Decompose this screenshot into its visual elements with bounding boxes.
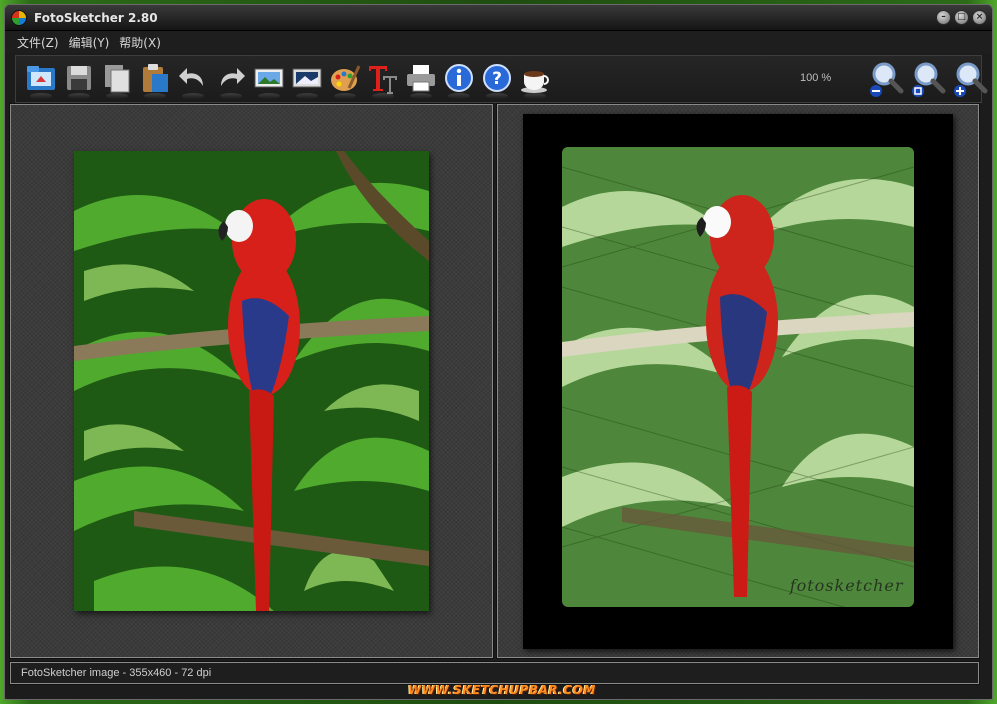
status-bar: FotoSketcher image - 355x460 - 72 dpi [9,661,980,685]
donate-button[interactable] [516,59,554,99]
toolbar: ? 100 % [15,55,988,103]
parrot-photo [74,151,429,611]
original-photo [74,151,429,611]
redo-button[interactable] [212,59,250,99]
help-icon: ? [483,64,511,92]
sketch-result-panel[interactable]: fotosketcher [495,103,980,659]
sketched-image: fotosketcher [561,147,914,607]
watermark-text: fotosketcher [789,576,904,595]
close-button[interactable]: × [972,10,987,25]
reflection [220,93,242,99]
maximize-button[interactable]: □ [954,10,969,25]
palette-icon [331,65,361,91]
zoom-level-label: 100 % [800,72,832,84]
zoom-out-icon [870,62,904,97]
zoom-out-button[interactable] [868,58,906,98]
open-button[interactable] [22,59,60,99]
save-button[interactable] [60,59,98,99]
work-area: fotosketcher [9,103,980,659]
undo-button[interactable] [174,59,212,99]
info-icon [445,64,473,92]
reflection [258,93,280,99]
batch-button[interactable] [250,59,288,99]
menu-bar: 文件(Z) 编辑(Y) 帮助(X) [5,31,992,53]
title-bar[interactable]: FotoSketcher 2.80 – □ × [5,5,992,31]
info-button[interactable] [440,59,478,99]
window-controls: – □ × [936,10,992,25]
site-watermark-banner: WWW.SKETCHUPBAR.COM [408,683,596,697]
copy-button[interactable] [98,59,136,99]
reflection [334,93,356,99]
paste-icon [143,64,168,92]
redo-icon [221,68,245,86]
reflection [448,93,470,99]
reflection [144,93,166,99]
reflection [30,93,52,99]
menu-file[interactable]: 文件(Z) [17,34,59,51]
svg-text:?: ? [492,69,502,89]
effect-button[interactable] [288,59,326,99]
app-logo-icon [11,9,27,26]
minimize-button[interactable]: – [936,10,951,25]
reflection [296,93,318,99]
undo-icon [179,68,203,86]
zoom-fit-button[interactable] [910,58,948,98]
open-folder-icon [27,66,55,90]
coffee-cup-icon [521,71,549,93]
image-filmstrip-icon [254,68,284,88]
reflection [182,93,204,99]
zoom-controls [868,58,990,98]
menu-help[interactable]: 帮助(X) [119,34,161,51]
reflection [410,93,432,99]
text-button[interactable] [364,59,402,99]
palette-button[interactable] [326,59,364,99]
menu-edit[interactable]: 编辑(Y) [69,34,110,51]
sketch-frame: fotosketcher [522,114,953,649]
help-button[interactable]: ? [478,59,516,99]
zoom-in-button[interactable] [952,58,990,98]
landscape-image-icon [292,68,322,88]
parrot-sketch [561,147,914,607]
reflection [372,93,394,99]
reflection [524,93,546,99]
text-tool-icon [369,66,397,94]
copy-icon [105,65,130,93]
save-disk-icon [67,66,91,90]
paste-button[interactable] [136,59,174,99]
printer-icon [407,65,435,92]
zoom-in-icon [954,62,988,97]
reflection [106,93,128,99]
reflection [68,93,90,99]
original-image-panel[interactable] [9,103,494,659]
status-text: FotoSketcher image - 355x460 - 72 dpi [21,667,212,679]
reflection [486,93,508,99]
window-title: FotoSketcher 2.80 [34,10,158,25]
print-button[interactable] [402,59,440,99]
zoom-fit-icon [912,62,946,97]
